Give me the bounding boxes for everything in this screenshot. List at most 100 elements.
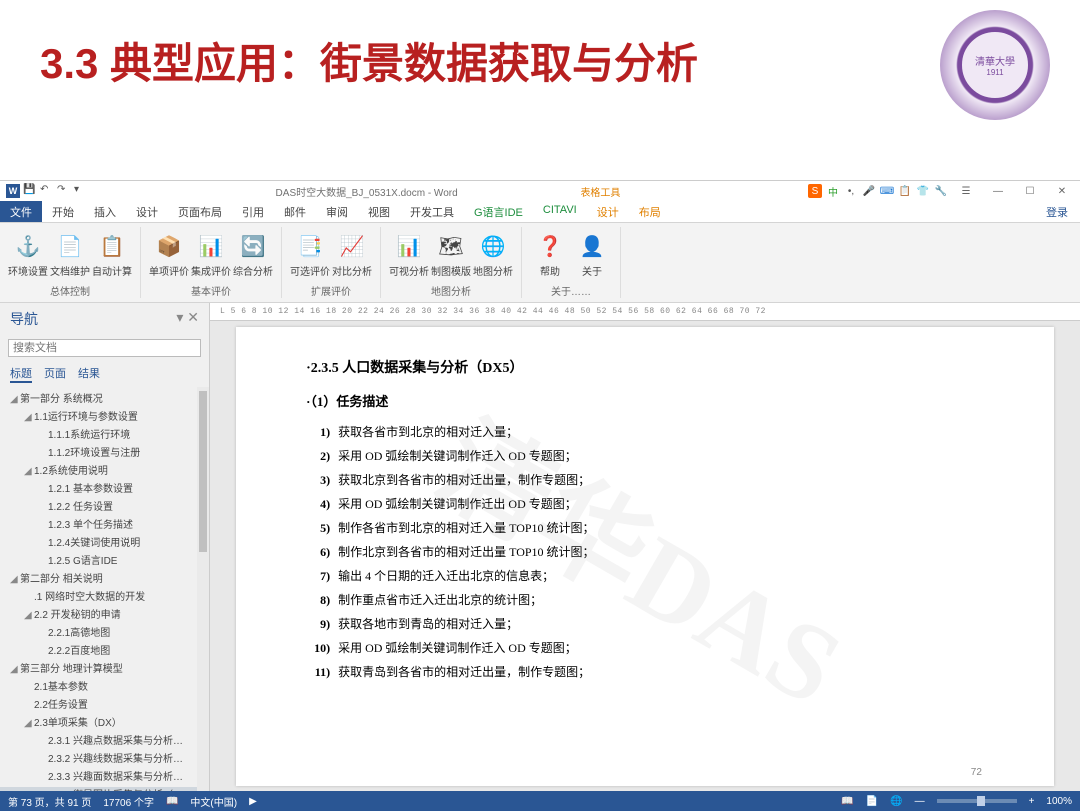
nav-search[interactable] [8, 339, 201, 357]
ime-lang-icon[interactable]: 中 [826, 184, 840, 198]
doc-heading[interactable]: ·2.3.5 人口数据采集与分析（DX5） [306, 357, 984, 377]
tray-icon-a[interactable]: 📋 [898, 184, 912, 198]
tray-icon-1[interactable]: •, [844, 184, 858, 198]
doc-list[interactable]: 1)获取各省市到北京的相对迁入量； 2)采用 OD 弧绘制关键词制作迁入 OD 专… [306, 422, 984, 682]
ribbon-button[interactable]: 📊集成评价 [191, 233, 231, 278]
nav-item[interactable]: ◢ 第三部分 地理计算模型 [0, 661, 197, 679]
doc-list-item[interactable]: 5)制作各省市到北京的相对迁入量 TOP10 统计图； [306, 518, 984, 538]
ribbon-button[interactable]: 📑可选评价 [290, 233, 330, 278]
nav-item[interactable]: 2.1基本参数 [0, 679, 197, 697]
doc-list-item[interactable]: 11)获取青岛到各省市的相对迁出量，制作专题图； [306, 662, 984, 682]
zoom-level[interactable]: 100% [1046, 796, 1072, 807]
nav-scrollbar[interactable] [197, 387, 209, 791]
maximize-button[interactable]: ☐ [1016, 186, 1044, 197]
ribbon-button[interactable]: ❓帮助 [530, 233, 570, 278]
nav-item[interactable]: 1.2.3 单个任务描述 [0, 517, 197, 535]
doc-subheading[interactable]: ·（1）任务描述 [306, 391, 984, 410]
tab-layout[interactable]: 页面布局 [168, 201, 232, 222]
tray-icon-kb[interactable]: ⌨ [880, 184, 894, 198]
zoom-in-button[interactable]: + [1029, 796, 1035, 807]
tab-mailings[interactable]: 邮件 [274, 201, 316, 222]
ribbon-button[interactable]: 🌐地图分析 [473, 233, 513, 278]
tab-review[interactable]: 审阅 [316, 201, 358, 222]
nav-item[interactable]: 1.2.1 基本参数设置 [0, 481, 197, 499]
doc-list-item[interactable]: 9)获取各地市到青岛的相对迁入量； [306, 614, 984, 634]
tab-home[interactable]: 开始 [42, 201, 84, 222]
zoom-slider[interactable] [937, 799, 1017, 803]
nav-item[interactable]: 1.1.2环境设置与注册 [0, 445, 197, 463]
tab-insert[interactable]: 插入 [84, 201, 126, 222]
doc-list-item[interactable]: 8)制作重点省市迁入迁出北京的统计图； [306, 590, 984, 610]
doc-list-item[interactable]: 2)采用 OD 弧绘制关键词制作迁入 OD 专题图； [306, 446, 984, 466]
ribbon-button[interactable]: 👤关于 [572, 233, 612, 278]
close-button[interactable]: ✕ [1048, 186, 1076, 197]
sign-in-link[interactable]: 登录 [1036, 201, 1080, 222]
ribbon-button[interactable]: 📊可视分析 [389, 233, 429, 278]
doc-list-item[interactable]: 3)获取北京到各省市的相对迁出量，制作专题图； [306, 470, 984, 490]
minimize-button[interactable]: — [984, 186, 1012, 197]
nav-tab-pages[interactable]: 页面 [44, 365, 66, 383]
nav-item[interactable]: 2.3.2 兴趣线数据采集与分析（DX2） [0, 751, 197, 769]
tray-icon-c[interactable]: 🔧 [934, 184, 948, 198]
status-words[interactable]: 17706 个字 [103, 794, 154, 809]
ribbon-button[interactable]: 📄文档维护 [50, 233, 90, 278]
tab-references[interactable]: 引用 [232, 201, 274, 222]
view-print-icon[interactable]: 📄 [866, 796, 878, 807]
tab-design[interactable]: 设计 [126, 201, 168, 222]
document-area[interactable]: L 5 6 8 10 12 14 16 18 20 22 24 26 28 30… [210, 303, 1080, 791]
ribbon-button[interactable]: 🗺制图模版 [431, 233, 471, 278]
nav-item[interactable]: 2.3.3 兴趣面数据采集与分析（DX3） [0, 769, 197, 787]
nav-tab-headings[interactable]: 标题 [10, 365, 32, 383]
nav-item[interactable]: 1.1.1系统运行环境 [0, 427, 197, 445]
nav-item[interactable]: ◢ 第一部分 系统概况 [0, 391, 197, 409]
tab-table-layout[interactable]: 布局 [629, 201, 671, 222]
view-web-icon[interactable]: 🌐 [890, 796, 902, 807]
nav-item[interactable]: ◢ 2.3单项采集（DX） [0, 715, 197, 733]
status-page[interactable]: 第 73 页，共 91 页 [8, 794, 91, 809]
status-language[interactable]: 中文(中国) [190, 794, 237, 809]
nav-item[interactable]: 1.2.2 任务设置 [0, 499, 197, 517]
sogou-ime-icon[interactable]: S [808, 184, 822, 198]
doc-list-item[interactable]: 7)输出 4 个日期的迁入迁出北京的信息表； [306, 566, 984, 586]
ribbon-button[interactable]: 📦单项评价 [149, 233, 189, 278]
nav-item[interactable]: 1.2.4关键词使用说明 [0, 535, 197, 553]
undo-icon[interactable]: ↶ [40, 184, 54, 198]
tab-citavi[interactable]: CITAVI [533, 201, 587, 222]
status-macros-icon[interactable]: ▶ [249, 796, 257, 807]
doc-list-item[interactable]: 10)采用 OD 弧绘制关键词制作迁入 OD 专题图； [306, 638, 984, 658]
tray-icon-mic[interactable]: 🎤 [862, 184, 876, 198]
nav-item[interactable]: 1.2.5 G语言IDE [0, 553, 197, 571]
nav-item[interactable]: 2.2.1高德地图 [0, 625, 197, 643]
nav-item[interactable]: 2.2.2百度地图 [0, 643, 197, 661]
nav-item[interactable]: ◢ 1.1运行环境与参数设置 [0, 409, 197, 427]
ribbon-collapse-icon[interactable]: ☰ [952, 186, 980, 197]
nav-item[interactable]: ◢ 2.2 开发秘钥的申请 [0, 607, 197, 625]
ribbon-button[interactable]: ⚓环境设置 [8, 233, 48, 278]
status-spell-icon[interactable]: 📖 [166, 796, 178, 807]
nav-item[interactable]: ◢ 第二部分 相关说明 [0, 571, 197, 589]
tab-file[interactable]: 文件 [0, 201, 42, 222]
doc-list-item[interactable]: 1)获取各省市到北京的相对迁入量； [306, 422, 984, 442]
ribbon-button[interactable]: 📋自动计算 [92, 233, 132, 278]
nav-search-input[interactable] [8, 339, 201, 357]
tray-icon-b[interactable]: 👕 [916, 184, 930, 198]
nav-close-icon[interactable]: ▾ ✕ [176, 309, 199, 329]
document-page[interactable]: 清华DAS ·2.3.5 人口数据采集与分析（DX5） ·（1）任务描述 1)获… [236, 327, 1054, 786]
ribbon-button[interactable]: 📈对比分析 [332, 233, 372, 278]
redo-icon[interactable]: ↷ [57, 184, 71, 198]
doc-list-item[interactable]: 6)制作北京到各省市的相对迁出量 TOP10 统计图； [306, 542, 984, 562]
nav-tree[interactable]: ◢ 第一部分 系统概况◢ 1.1运行环境与参数设置1.1.1系统运行环境1.1.… [0, 387, 197, 791]
ribbon-button[interactable]: 🔄综合分析 [233, 233, 273, 278]
nav-item[interactable]: 2.3.4 街景图片采集与分析（DX4） [0, 787, 197, 791]
doc-list-item[interactable]: 4)采用 OD 弧绘制关键词制作迁出 OD 专题图； [306, 494, 984, 514]
save-icon[interactable]: 💾 [23, 184, 37, 198]
tab-glang-ide[interactable]: G语言IDE [464, 201, 533, 222]
tab-view[interactable]: 视图 [358, 201, 400, 222]
nav-item[interactable]: ◢ 1.2系统使用说明 [0, 463, 197, 481]
tab-developer[interactable]: 开发工具 [400, 201, 464, 222]
nav-item[interactable]: 2.3.1 兴趣点数据采集与分析（DX1） [0, 733, 197, 751]
nav-item[interactable]: 2.2任务设置 [0, 697, 197, 715]
zoom-out-button[interactable]: — [915, 796, 925, 807]
view-read-icon[interactable]: 📖 [841, 796, 853, 807]
tab-table-design[interactable]: 设计 [587, 201, 629, 222]
